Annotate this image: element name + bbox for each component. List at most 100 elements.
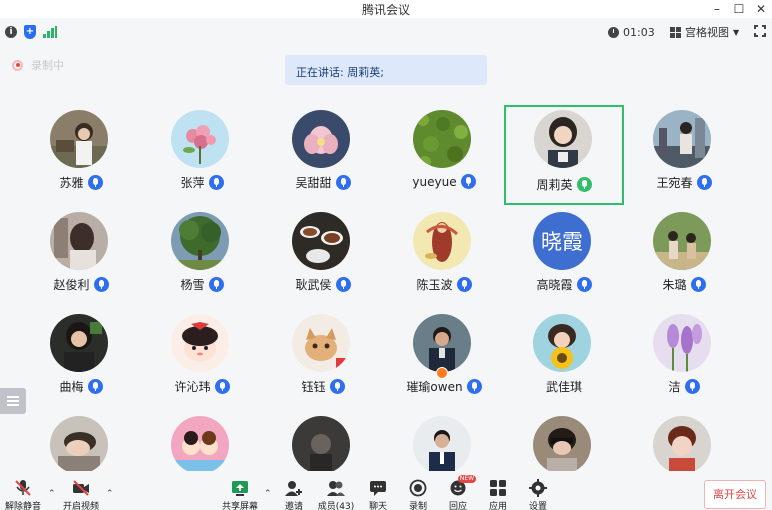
participant-name: 钰钰 [301,380,326,394]
unmute-button[interactable]: 解除静音 [1,473,45,510]
members-icon [327,481,345,496]
participant-tile[interactable]: 王宛春 [624,107,744,207]
record-icon [409,479,427,497]
participant-tile-partial[interactable] [21,413,141,471]
recording-label: 录制中 [31,59,64,72]
participant-tile[interactable]: 杨雪 [142,209,262,309]
participant-tile[interactable]: 耿武侯 [263,209,383,309]
participant-tile[interactable]: 武佳琪 [504,311,624,411]
avatar [50,212,108,270]
mic-on-icon [460,174,476,189]
avatar [292,212,350,270]
participant-name: 吴甜甜 [295,176,332,190]
avatar [533,314,591,372]
participant-tile-partial[interactable] [504,413,624,471]
avatar [171,212,229,270]
audio-options-caret[interactable]: ⌃ [48,490,56,499]
record-dot-icon [12,59,23,71]
participant-tile[interactable]: 洁 [624,311,744,411]
mic-on-icon [690,277,706,292]
participant-tile-partial[interactable] [142,413,262,471]
participant-tile[interactable]: 曲梅 [21,311,141,411]
video-options-caret[interactable]: ⌃ [106,490,114,499]
avatar [50,110,108,168]
avatar [653,110,711,168]
participant-tile[interactable]: 苏雅 [21,107,141,207]
participant-tile[interactable]: 赵俊利 [21,209,141,309]
avatar-initials: 晓霞 [533,212,591,270]
fullscreen-icon[interactable] [754,25,766,37]
mic-speaking-icon [576,177,592,192]
shield-icon[interactable]: + [24,25,36,39]
avatar [292,416,350,471]
avatar [413,416,471,471]
speaking-banner: 正在讲话: 周莉英; [285,55,487,85]
avatar [653,416,711,471]
start-video-button[interactable]: 开启视频 [59,473,103,510]
participant-tile[interactable]: 晓霞 高晓霞 [504,209,624,309]
mic-on-icon [87,379,103,394]
participant-tile-partial[interactable] [263,413,383,471]
avatar [50,416,108,471]
camera-off-icon [73,480,89,496]
new-badge: NEW [458,475,476,483]
participant-tile-partial[interactable] [384,413,504,471]
participant-tile[interactable]: 吴甜甜 [263,107,383,207]
member-list-toggle[interactable] [0,388,26,414]
participant-name-row: 耿武侯 [263,276,383,293]
participant-name-row: 璀瑜owen [384,378,504,395]
participant-tile-speaking[interactable]: 周莉英 [504,105,624,205]
participant-tile[interactable]: 陈玉波 [384,209,504,309]
avatar [50,314,108,372]
participant-tile[interactable]: 许沁玮 [142,311,262,411]
share-screen-button[interactable]: 共享屏幕 [218,473,262,510]
participant-name-row: 周莉英 [506,176,622,193]
leave-meeting-button[interactable]: 离开会议 [704,480,766,509]
close-button[interactable]: ✕ [750,0,772,18]
avatar [413,110,471,168]
participant-name-row: 钰钰 [263,378,383,395]
avatar [413,212,471,270]
participant-tile[interactable]: 朱璐 [624,209,744,309]
participant-name: 朱璐 [662,278,687,292]
settings-button[interactable]: 设置 [516,473,560,510]
participant-name-row: 洁 [624,378,744,395]
participant-name-row: 武佳琪 [504,378,624,395]
info-icon[interactable]: i [5,26,17,38]
mic-on-icon [214,379,230,394]
signal-icon[interactable] [43,26,57,38]
avatar [534,110,592,168]
participant-tile-partial[interactable] [624,413,744,471]
participant-tile[interactable]: 张萍 [142,107,262,207]
participant-name: 周莉英 [536,178,573,192]
minimize-button[interactable]: – [706,0,728,18]
gear-icon [529,479,547,497]
participant-name-row: 陈玉波 [384,276,504,293]
mic-on-icon [466,379,482,394]
window-title: 腾讯会议 [361,3,410,17]
meeting-info-bar: i + 01:03 宫格视图 ▼ [0,20,772,44]
view-mode-dropdown[interactable]: 宫格视图 ▼ [670,24,739,40]
mic-muted-icon [15,480,31,496]
participant-name: 曲梅 [59,380,84,394]
participant-name-row: 杨雪 [142,276,262,293]
title-bar: 腾讯会议 – ☐ ✕ [0,0,772,18]
mic-on-icon [208,175,224,190]
mic-on-icon [696,175,712,190]
participant-name: yueyue [412,174,457,189]
participant-name: 张萍 [180,176,205,190]
maximize-button[interactable]: ☐ [728,0,750,18]
participant-name: 许沁玮 [174,380,211,394]
participant-name-row: 王宛春 [624,174,744,191]
mic-on-icon [329,379,345,394]
participant-tile[interactable]: 璀瑜owen [384,311,504,411]
participant-tile[interactable]: yueyue [384,107,504,207]
mic-on-icon [87,175,103,190]
participant-tile[interactable]: 钰钰 [263,311,383,411]
start-video-label: 开启视频 [62,502,99,510]
share-options-caret[interactable]: ⌃ [264,490,272,499]
participant-name: 赵俊利 [53,278,90,292]
clock-icon [608,26,619,38]
avatar [533,416,591,471]
participant-name: 王宛春 [656,176,693,190]
